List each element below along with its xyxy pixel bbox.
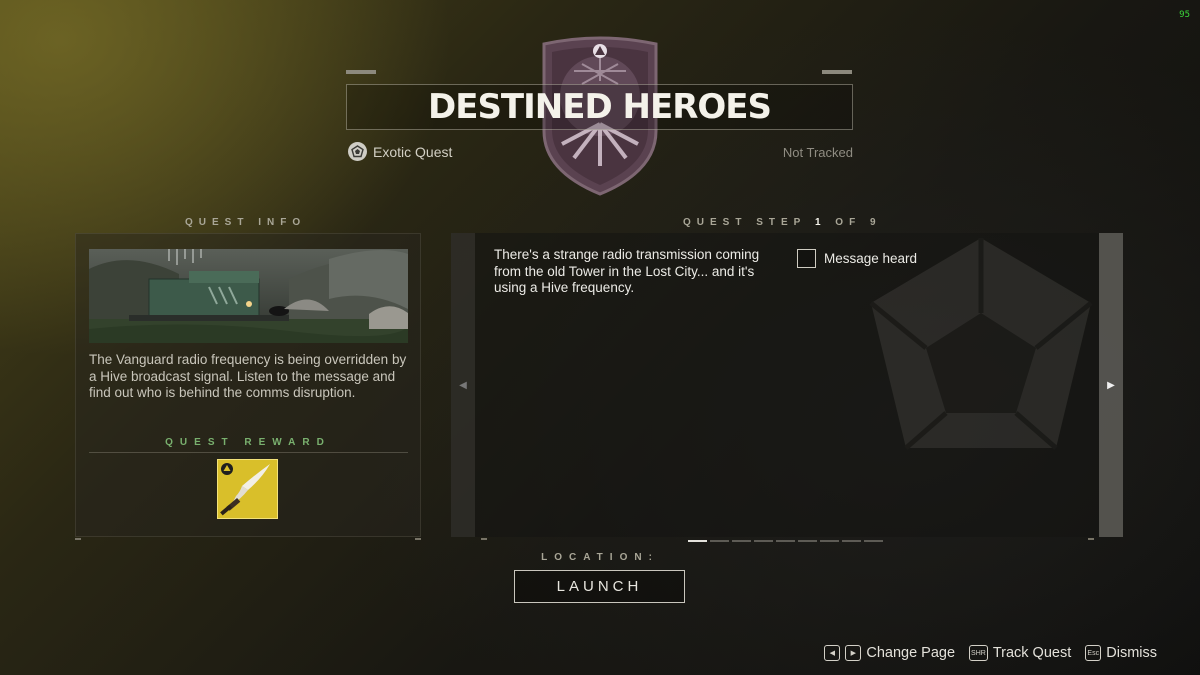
corner-tick: [415, 538, 421, 540]
dismiss-action[interactable]: Esc Dismiss: [1085, 645, 1157, 661]
location-label: LOCATION:: [541, 552, 659, 563]
title-box: DESTINED HEROES: [346, 84, 853, 130]
pager-dot: [776, 540, 795, 542]
pager-dot: [688, 540, 707, 542]
pager-dot: [798, 540, 817, 542]
quest-title: DESTINED HEROES: [428, 87, 772, 127]
objective: Message heard: [797, 249, 917, 268]
tracking-status: Not Tracked: [782, 145, 853, 160]
quest-type-label: Exotic Quest: [373, 143, 453, 160]
corner-tick: [75, 538, 81, 540]
quest-step-panel: ◀ There's a strange radio transmission c…: [451, 233, 1123, 537]
ghost-shell-icon: [348, 142, 367, 161]
pager-dot: [842, 540, 861, 542]
key-next-icon: ▶: [845, 645, 862, 661]
change-page-action[interactable]: ◀ ▶ Change Page: [824, 645, 955, 661]
launch-button[interactable]: LAUNCH: [514, 570, 685, 603]
quest-step-text: There's a strange radio transmission com…: [494, 247, 760, 295]
reward-divider: [89, 452, 408, 453]
corner-tick: [1088, 538, 1094, 540]
dismiss-label: Dismiss: [1106, 645, 1157, 661]
corner-tick: [481, 538, 487, 540]
header-deco-left: [346, 70, 376, 74]
next-step-button[interactable]: ▶: [1099, 233, 1123, 537]
pager-dot: [864, 540, 883, 542]
footer-controls: ◀ ▶ Change Page SHR Track Quest Esc Dism…: [816, 645, 1157, 661]
key-prev-icon: ◀: [824, 645, 841, 661]
quest-reward-label: QUEST REWARD: [165, 437, 331, 448]
chevron-right-icon: ▶: [1107, 379, 1115, 391]
pager-dot: [820, 540, 839, 542]
quest-info-label: QUEST INFO: [185, 217, 307, 228]
reward-item[interactable]: [217, 459, 278, 519]
quest-description: The Vanguard radio frequency is being ov…: [89, 352, 407, 400]
chevron-left-icon: ◀: [459, 379, 467, 391]
quest-step-current: 1: [814, 217, 827, 228]
quest-type: Exotic Quest: [348, 142, 452, 161]
step-pager: [688, 540, 883, 542]
key-track-icon: SHR: [969, 645, 988, 661]
quest-info-panel: The Vanguard radio frequency is being ov…: [75, 233, 421, 537]
objective-label: Message heard: [824, 251, 918, 266]
quest-image: [89, 249, 408, 343]
header-deco-right: [822, 70, 852, 74]
prev-step-button[interactable]: ◀: [451, 233, 475, 537]
track-quest-label: Track Quest: [992, 645, 1072, 661]
quest-step-label: QUEST STEP 1 OF 9: [683, 217, 882, 228]
exotic-sword-icon: [220, 463, 270, 516]
pager-dot: [732, 540, 751, 542]
objective-checkbox: [797, 249, 816, 268]
change-page-label: Change Page: [866, 645, 956, 661]
pager-dot: [754, 540, 773, 542]
pager-dot: [710, 540, 729, 542]
fps-counter: 95: [1179, 10, 1190, 20]
key-esc-icon: Esc: [1085, 645, 1102, 661]
quest-step-total: 9: [869, 217, 882, 228]
track-quest-action[interactable]: SHR Track Quest: [969, 645, 1071, 661]
